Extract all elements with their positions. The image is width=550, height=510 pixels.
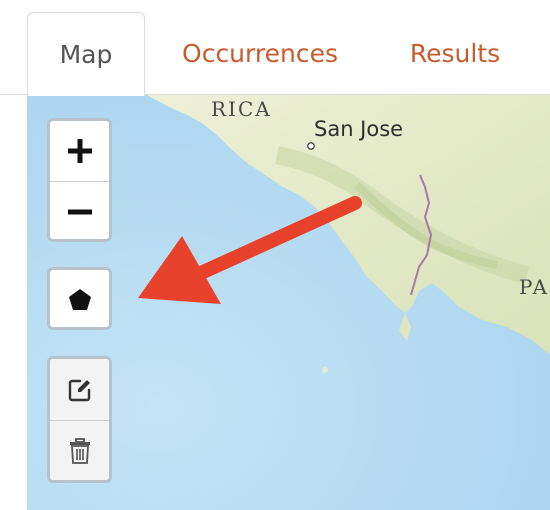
tab-results[interactable]: Results [385,12,525,95]
map-label-pa: PA [519,275,550,299]
tab-results-label: Results [409,39,501,68]
map-island [322,367,328,373]
map-label-rica: RICA [211,97,272,121]
zoom-in-button[interactable] [50,121,109,181]
tab-map[interactable]: Map [27,12,145,96]
edit-layers-button[interactable] [50,359,109,420]
san-jose-marker [307,142,315,150]
plus-icon [67,139,92,163]
zoom-out-button[interactable] [50,181,109,239]
edit-icon [68,379,90,401]
tab-bar: Map Occurrences Results [0,0,550,96]
tab-occurrences-label: Occurrences [182,39,338,68]
tab-occurrences[interactable]: Occurrences [160,12,360,95]
zoom-control [47,118,112,242]
delete-layers-button[interactable] [50,420,109,480]
map-label-san-jose: San Jose [314,117,404,141]
trash-icon [69,438,90,464]
draw-polygon-button[interactable] [50,270,109,327]
tab-map-label: Map [59,40,113,69]
edit-toolbar [47,356,112,483]
pentagon-icon [68,289,91,310]
draw-toolbar [47,267,112,330]
minus-icon [67,209,92,214]
